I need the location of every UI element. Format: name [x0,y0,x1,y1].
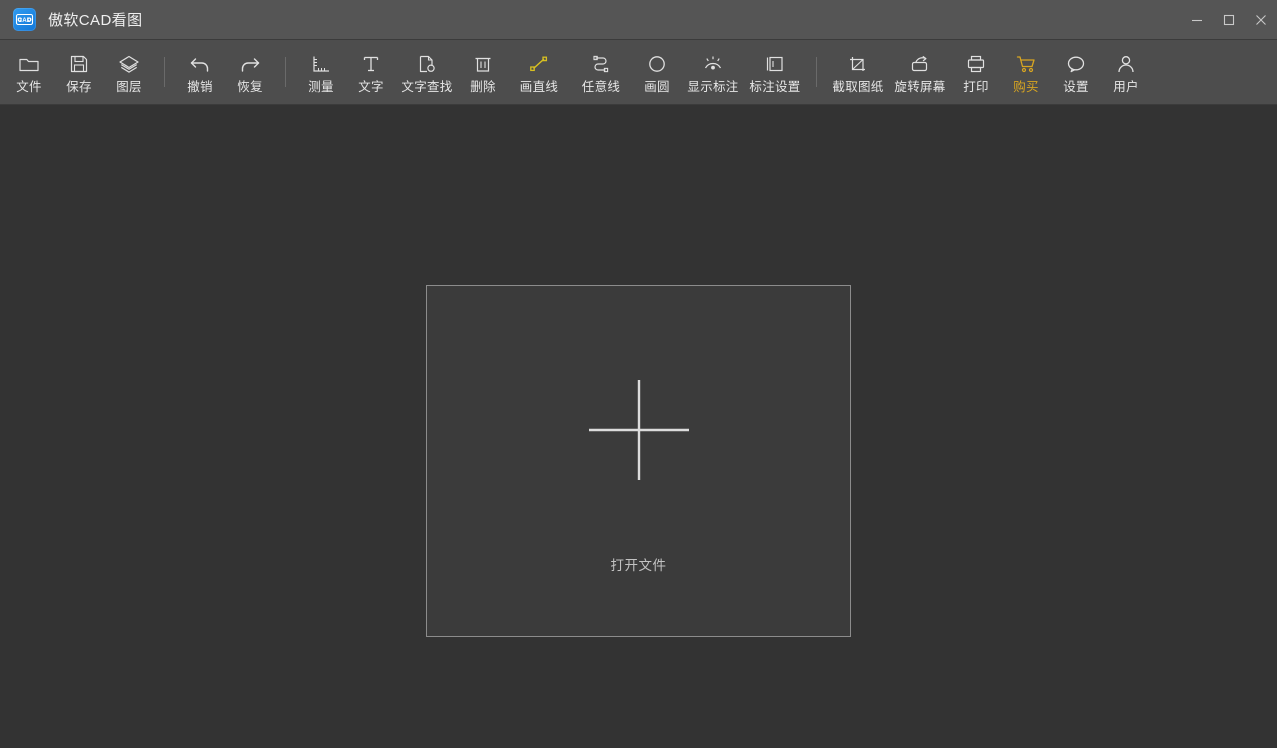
undo-arrow-icon [189,51,211,77]
rotate-screen-icon [908,51,932,77]
text-search-icon [416,51,438,77]
toolbar-item-annotation-settings[interactable]: 标注设置 [744,41,806,103]
toolbar-item-file[interactable]: 文件 [4,41,54,103]
toolbar-item-measure[interactable]: 测量 [296,41,346,103]
toolbar-label: 图层 [116,79,142,94]
show-annotation-icon [701,51,725,77]
annotation-settings-icon [764,51,786,77]
window-controls [1181,0,1277,39]
toolbar-item-print[interactable]: 打印 [951,41,1001,103]
folder-icon [18,51,40,77]
minimize-button[interactable] [1181,0,1213,39]
toolbar-item-save[interactable]: 保存 [54,41,104,103]
layers-icon [118,51,140,77]
toolbar-item-draw-polyline[interactable]: 任意线 [570,41,632,103]
draw-line-icon [528,51,550,77]
ruler-measure-icon [310,51,332,77]
minimize-icon [1192,19,1202,21]
toolbar-item-delete[interactable]: 删除 [458,41,508,103]
maximize-icon [1223,14,1235,25]
toolbar-item-user[interactable]: 用户 [1101,41,1151,103]
app-title: 傲软CAD看图 [48,12,143,29]
toolbar-item-draw-line[interactable]: 画直线 [508,41,570,103]
workspace-canvas: 打开文件 [0,105,1277,746]
printer-icon [965,51,987,77]
toolbar-label: 购买 [1013,79,1039,94]
toolbar-item-undo[interactable]: 撤销 [175,41,225,103]
toolbar-item-layers[interactable]: 图层 [104,41,154,103]
toolbar-label: 文字查找 [401,79,453,94]
toolbar-label: 删除 [470,79,496,94]
maximize-button[interactable] [1213,0,1245,39]
toolbar-label: 保存 [66,79,92,94]
toolbar-item-text[interactable]: 文字 [346,41,396,103]
plus-icon [587,378,691,487]
toolbar-label: 设置 [1063,79,1089,94]
toolbar-separator [164,57,165,87]
toolbar-item-settings[interactable]: 设置 [1051,41,1101,103]
title-bar: CAD 傲软CAD看图 [0,0,1277,39]
toolbar-label: 显示标注 [687,79,739,94]
speech-bubble-icon [1065,51,1087,77]
main-toolbar: 文件 保存 图层 撤销 恢复 测量 文字 文字查找 删除 画直线 任意线 画圆 … [0,39,1277,105]
toolbar-item-capture-drawing[interactable]: 截取图纸 [827,41,889,103]
toolbar-label: 用户 [1113,79,1139,94]
toolbar-label: 标注设置 [749,79,801,94]
toolbar-label: 撤销 [187,79,213,94]
shopping-cart-icon [1015,51,1037,77]
toolbar-label: 旋转屏幕 [894,79,946,94]
toolbar-label: 文件 [16,79,42,94]
toolbar-item-draw-circle[interactable]: 画圆 [632,41,682,103]
toolbar-item-show-annotation[interactable]: 显示标注 [682,41,744,103]
redo-arrow-icon [239,51,261,77]
toolbar-item-text-find[interactable]: 文字查找 [396,41,458,103]
toolbar-label: 画直线 [519,79,559,94]
cad-app-logo-icon: CAD [13,8,36,31]
toolbar-label: 恢复 [237,79,263,94]
text-t-icon [361,51,381,77]
trash-icon [473,51,493,77]
toolbar-separator [285,57,286,87]
toolbar-label: 截取图纸 [832,79,884,94]
toolbar-item-purchase[interactable]: 购买 [1001,41,1051,103]
toolbar-label: 打印 [963,79,989,94]
toolbar-label: 测量 [308,79,334,94]
toolbar-item-redo[interactable]: 恢复 [225,41,275,103]
close-icon [1256,14,1266,25]
polyline-icon [590,51,612,77]
close-button[interactable] [1245,0,1277,39]
circle-icon [646,51,668,77]
open-file-label: 打开文件 [610,558,667,573]
toolbar-label: 文字 [358,79,384,94]
toolbar-separator [816,57,817,87]
toolbar-label: 画圆 [644,79,670,94]
crop-icon [847,51,869,77]
save-floppy-icon [69,51,89,77]
user-person-icon [1115,51,1137,77]
toolbar-item-rotate-screen[interactable]: 旋转屏幕 [889,41,951,103]
toolbar-label: 任意线 [581,79,621,94]
open-file-dropzone[interactable]: 打开文件 [426,285,851,637]
